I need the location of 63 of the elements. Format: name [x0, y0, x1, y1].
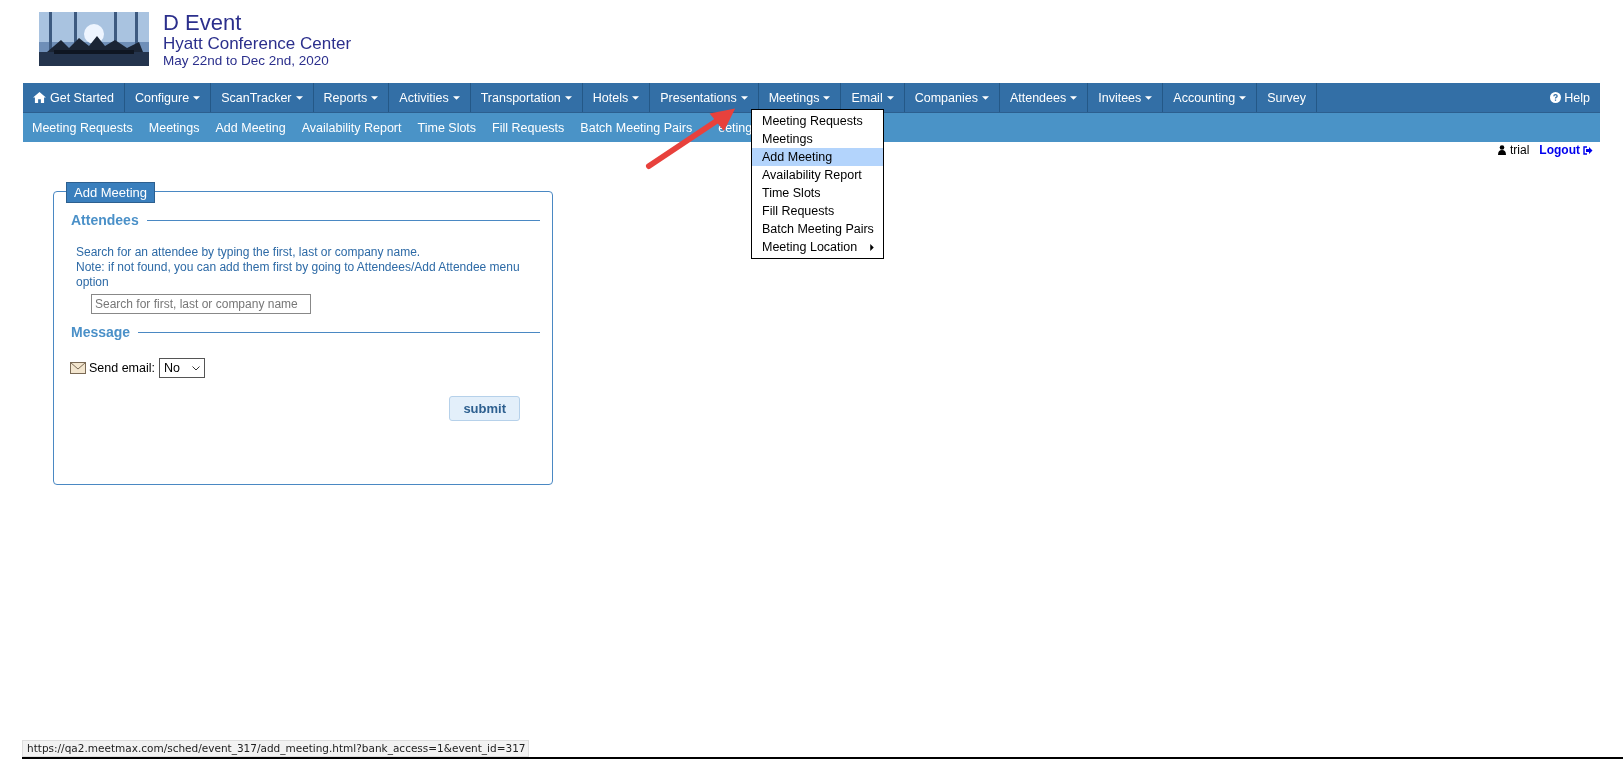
caret-icon — [740, 95, 748, 100]
nav-menu-item[interactable]: Transportation — [470, 83, 583, 112]
envelope-icon — [70, 362, 86, 374]
caret-icon — [1070, 95, 1078, 100]
subnav-link[interactable]: Time Slots — [409, 120, 485, 135]
nav-menu-item[interactable]: Invitees — [1088, 83, 1164, 112]
caret-icon — [886, 95, 894, 100]
chevron-icon — [192, 365, 200, 371]
caret-icon — [1239, 95, 1247, 100]
send-email-select[interactable]: No — [159, 358, 205, 378]
menu-item[interactable]: Meeting Requests — [752, 112, 883, 130]
submit-button[interactable]: submit — [449, 396, 520, 421]
section-heading: Attendees — [71, 212, 139, 228]
menu-item[interactable]: Time Slots — [752, 184, 883, 202]
nav-menu-item[interactable]: Activities — [389, 83, 471, 112]
panel-legend: Add Meeting — [66, 182, 155, 203]
caret-icon — [1145, 95, 1153, 100]
menu-item[interactable]: Add Meeting — [752, 148, 883, 166]
send-email-label: Send email: — [89, 361, 155, 375]
user-icon — [1498, 145, 1506, 155]
home-icon — [33, 92, 46, 103]
username: trial — [1510, 143, 1530, 157]
nav-menu-item[interactable]: Get Started — [23, 83, 125, 112]
help-text: Search for an attendee by typing the first, last or company name. — [76, 245, 422, 260]
logout-icon — [1583, 145, 1593, 155]
nav-menu-item[interactable]: ScanTracker — [211, 83, 314, 112]
menu-item[interactable]: Meeting Location — [752, 238, 883, 256]
menu-item[interactable]: Batch Meeting Pairs — [752, 220, 883, 238]
subnav-link[interactable]: Add Meeting — [207, 120, 294, 135]
venue: Hyatt Conference Center — [163, 35, 352, 54]
subnav-link[interactable]: Batch Meeting Pairs — [572, 120, 701, 135]
caret-icon — [823, 95, 831, 100]
subnav-link[interactable]: Fill Requests — [484, 120, 573, 135]
event-name: D Event — [163, 11, 243, 36]
nav-menu-item[interactable]: Accounting — [1163, 83, 1258, 112]
help-text: Note: if not found, you can add them first by going to Attendees/Add Attendee menu option — [76, 260, 521, 290]
menu-item[interactable]: Meetings — [752, 130, 883, 148]
caret-icon — [632, 95, 640, 100]
search-field[interactable]: Search for first, last or company name — [91, 294, 311, 314]
nav-menu-item[interactable]: Reports — [313, 83, 390, 112]
logout-link[interactable]: Logout — [1539, 143, 1593, 157]
menu-item[interactable]: Fill Requests — [752, 202, 883, 220]
caret-icon — [452, 95, 460, 100]
caret-icon — [295, 95, 303, 100]
menu-item[interactable]: Availability Report — [752, 166, 883, 184]
caret-icon — [564, 95, 572, 100]
subnav-link[interactable]: Meetings — [140, 120, 208, 135]
caret-icon — [981, 95, 989, 100]
nav-menu-item[interactable]: Attendees — [999, 83, 1089, 112]
event-dates: May 22nd to Dec 2nd, 2020 — [163, 53, 330, 69]
nav-menu-item[interactable]: Configure — [124, 83, 212, 112]
subnav-link[interactable]: Meeting Requests — [24, 120, 141, 135]
status-bar: https://qa2.meetmax.com/sched/event_317/add_meeting.html?bank_access=1&event_id=317 — [22, 740, 529, 757]
nav-menu-item[interactable]: Hotels — [582, 83, 651, 112]
help-icon — [1550, 92, 1562, 103]
help-link[interactable]: Help — [1540, 83, 1600, 112]
caret-icon — [193, 95, 201, 100]
nav-menu-item[interactable]: Companies — [904, 83, 1000, 112]
nav-menu-item[interactable]: Survey — [1257, 83, 1318, 112]
section-heading: Message — [71, 324, 131, 340]
submenu-arrow-icon — [869, 243, 874, 251]
subnav-link[interactable]: Availability Report — [293, 120, 410, 135]
caret-icon — [371, 95, 379, 100]
